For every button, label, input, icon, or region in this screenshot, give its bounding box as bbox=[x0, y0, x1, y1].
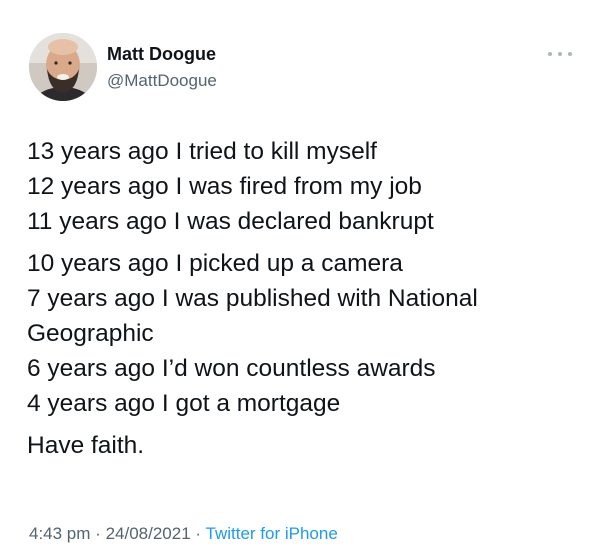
avatar-photo bbox=[29, 33, 97, 101]
ellipsis-dot bbox=[548, 52, 552, 56]
tweet-line: 11 years ago I was declared bankrupt bbox=[27, 208, 434, 235]
tweet-date[interactable]: 24/08/2021 bbox=[106, 524, 191, 543]
ellipsis-dot bbox=[568, 52, 572, 56]
tweet-closing-line: Have faith. bbox=[27, 432, 145, 459]
tweet-line: Geographic bbox=[27, 320, 154, 347]
tweet-line: 6 years ago I’d won countless awards bbox=[27, 355, 436, 382]
separator-dot: · bbox=[95, 524, 101, 543]
tweet-line: 12 years ago I was fired from my job bbox=[27, 173, 422, 200]
tweet-line: 4 years ago I got a mortgage bbox=[27, 390, 341, 417]
tweet-card: Matt Doogue @MattDoogue 13 years ago I t… bbox=[0, 0, 600, 550]
tweet-line: 7 years ago I was published with Nationa… bbox=[27, 285, 478, 312]
tweet-source-link[interactable]: Twitter for iPhone bbox=[206, 524, 338, 543]
ellipsis-icon[interactable] bbox=[548, 48, 572, 60]
ellipsis-dot bbox=[558, 52, 562, 56]
tweet-line: 13 years ago I tried to kill myself bbox=[27, 138, 377, 165]
tweet-time[interactable]: 4:43 pm bbox=[29, 524, 90, 543]
tweet-metadata: 4:43 pm · 24/08/2021 · Twitter for iPhon… bbox=[29, 524, 338, 544]
avatar[interactable] bbox=[29, 33, 97, 101]
author-name[interactable]: Matt Doogue bbox=[107, 44, 216, 65]
author-handle[interactable]: @MattDoogue bbox=[107, 71, 217, 91]
separator-dot: · bbox=[195, 524, 202, 543]
tweet-line: 10 years ago I picked up a camera bbox=[27, 250, 403, 277]
tweet-text: 13 years ago I tried to kill myself 12 y… bbox=[27, 134, 572, 463]
